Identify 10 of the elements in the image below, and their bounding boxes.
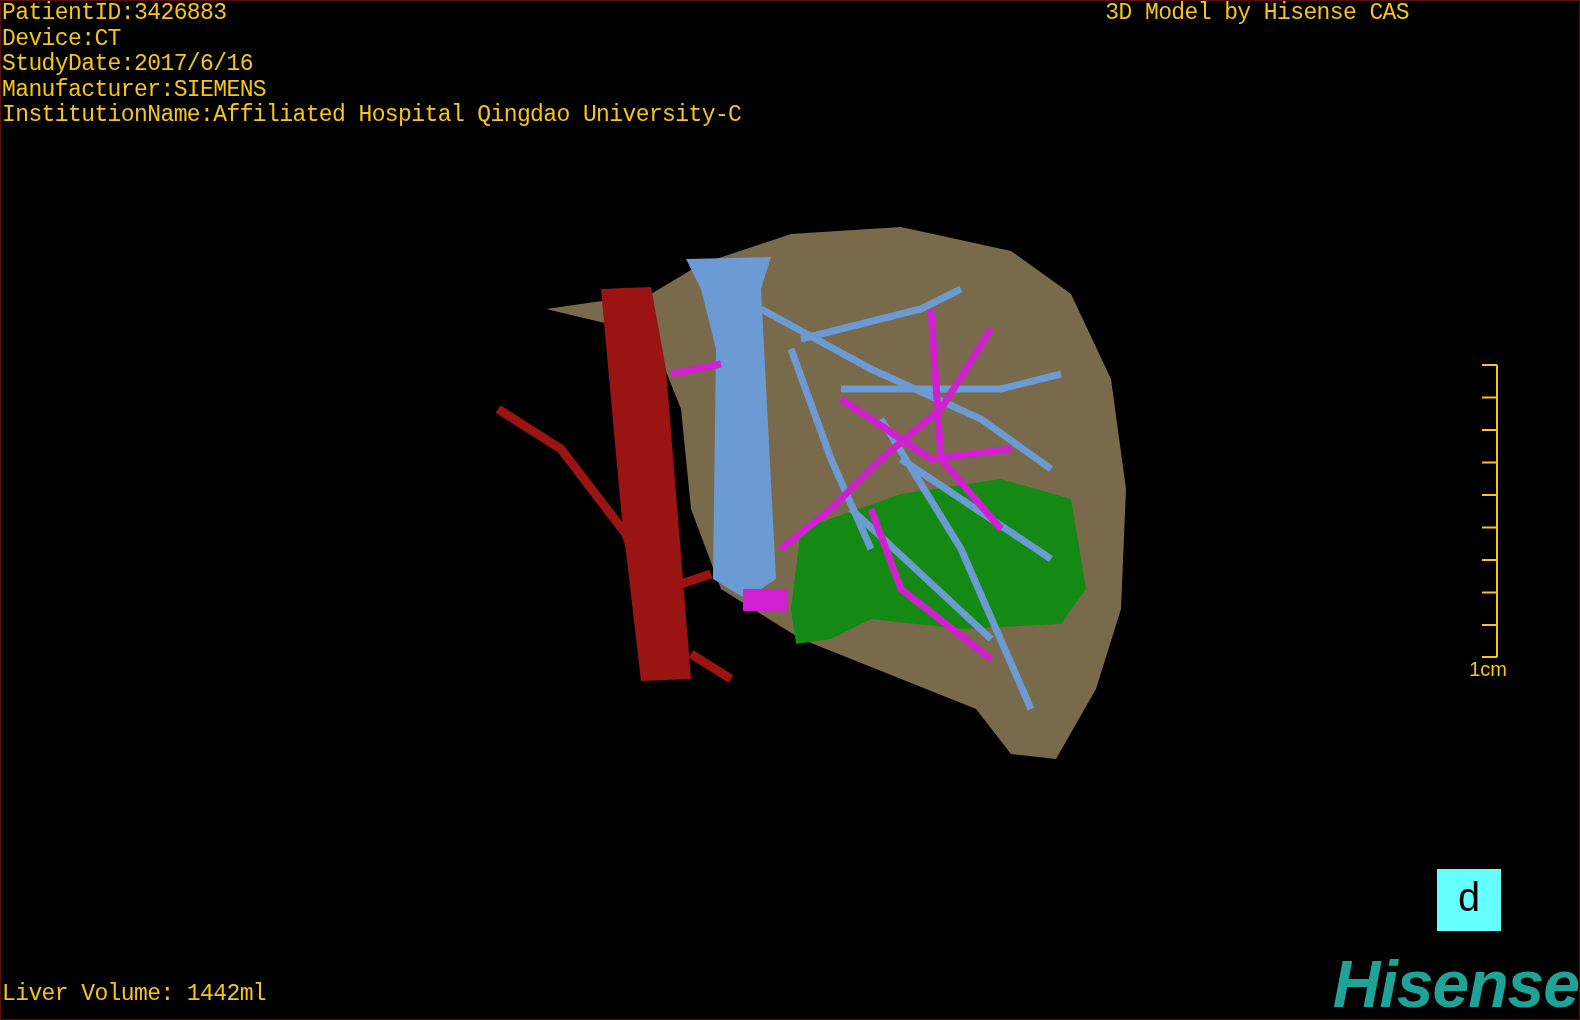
patient-info-line: InstitutionName:Affiliated Hospital Qingdao University-C — [2, 103, 743, 129]
liver-volume: Liver Volume: 1442ml — [1, 982, 268, 1009]
panel-label: d — [1437, 869, 1501, 931]
brand-logo: Hisense — [1332, 949, 1579, 1019]
patient-info-line: Manufacturer:SIEMENS — [2, 77, 268, 103]
patient-info-line: Device:CT — [2, 26, 122, 52]
patient-info-line: StudyDate:2017/6/16 — [2, 52, 254, 78]
scale-label: 1cm — [1469, 657, 1507, 680]
app-title: 3D Model by Hisense CAS — [1105, 1, 1410, 28]
patient-info-line: PatientID:3426883 — [2, 1, 228, 27]
